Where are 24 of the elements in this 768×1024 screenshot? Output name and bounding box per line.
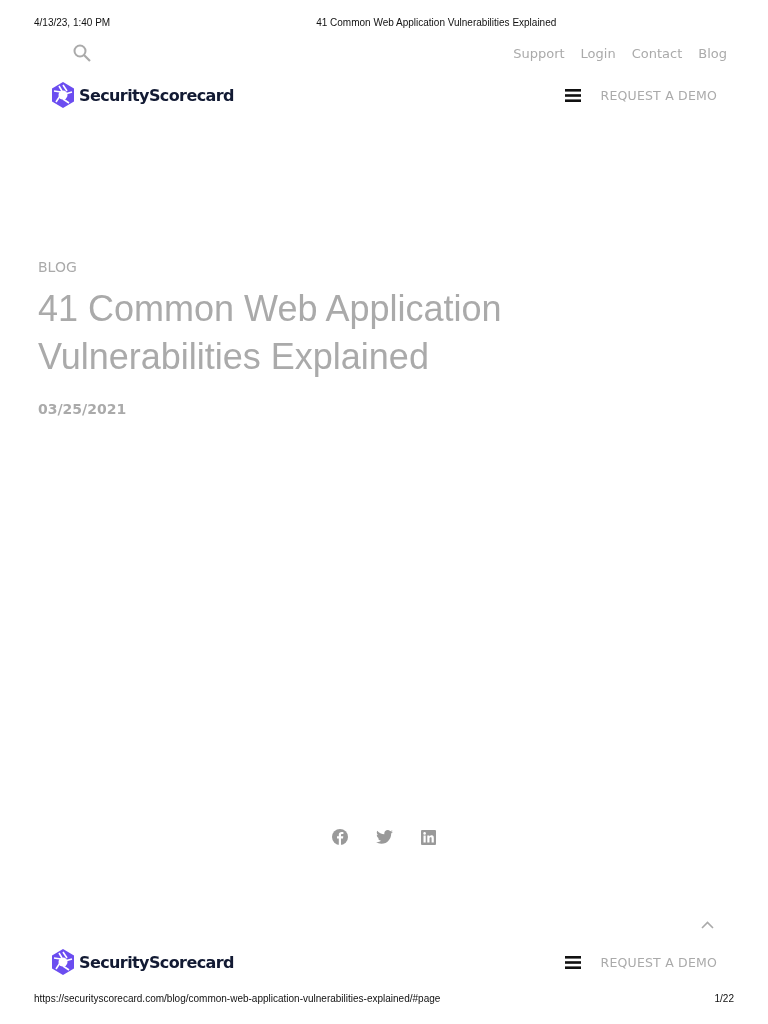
logo-icon: [51, 82, 75, 108]
menu-icon[interactable]: [564, 88, 581, 102]
logo-icon: [51, 949, 75, 975]
menu-icon[interactable]: [564, 955, 581, 969]
scroll-up-icon[interactable]: [701, 921, 714, 929]
category-label: BLOG: [38, 259, 78, 275]
linkedin-icon[interactable]: [421, 829, 436, 845]
nav-link[interactable]: Login: [580, 45, 616, 61]
search-icon[interactable]: [73, 44, 91, 62]
request-demo-link[interactable]: REQUEST A DEMO: [600, 954, 717, 970]
page-number: 1/22: [714, 993, 734, 1004]
nav-link[interactable]: Contact: [631, 45, 683, 61]
article-title: 41 Common Web Application Vulnerabilities Explained: [38, 287, 503, 379]
logo-text[interactable]: SecurityScorecard: [79, 952, 234, 972]
logo-text[interactable]: SecurityScorecard: [79, 85, 234, 105]
request-demo-link[interactable]: REQUEST A DEMO: [600, 87, 717, 103]
article-date: 03/25/2021: [38, 401, 128, 417]
print-date: 4/13/23, 1:40 PM: [34, 17, 111, 28]
print-url: https://securityscorecard.com/blog/common-web-application-vulnerabilities-explained/#page: [34, 993, 441, 1004]
nav-link[interactable]: Blog: [698, 45, 727, 61]
nav-link[interactable]: Support: [513, 45, 565, 61]
bird-icon[interactable]: [376, 830, 393, 844]
print-title: 41 Common Web Application Vulnerabilities Explained: [316, 17, 557, 28]
facebook-icon[interactable]: [332, 829, 348, 845]
